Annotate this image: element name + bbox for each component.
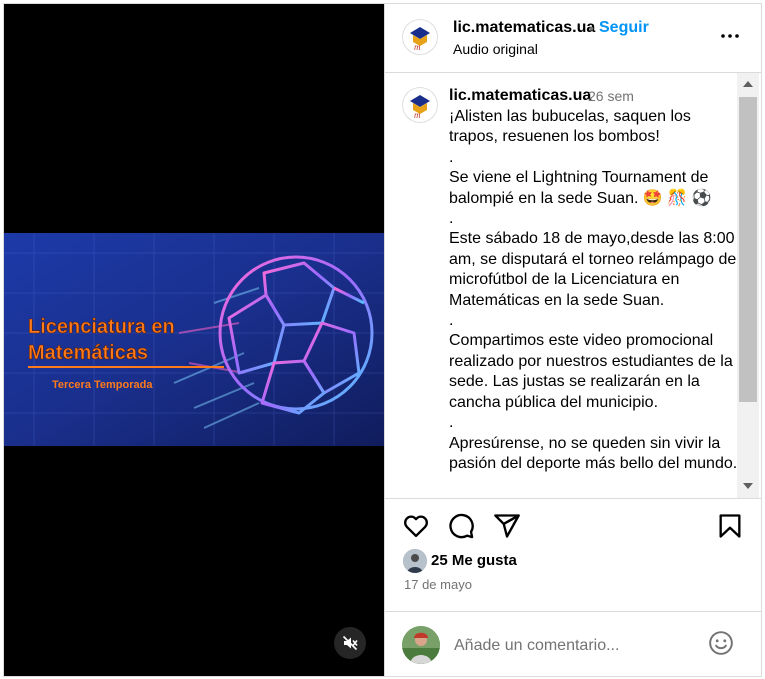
like-button[interactable] <box>402 512 430 540</box>
svg-text:m: m <box>414 110 421 120</box>
more-options-button[interactable] <box>720 26 740 46</box>
scrollbar[interactable] <box>737 73 759 498</box>
video-title-line1: Licenciatura en <box>28 316 175 338</box>
video-thumbnail: Licenciatura en Matemáticas Tercera Temp… <box>4 233 384 446</box>
svg-text:m: m <box>414 42 421 52</box>
header-username[interactable]: lic.matematicas.ua <box>453 19 595 37</box>
share-button[interactable] <box>493 512 521 540</box>
speaker-muted-icon <box>342 635 358 651</box>
audio-label[interactable]: Audio original <box>453 41 538 57</box>
separator-dot: • <box>589 20 594 36</box>
profile-logo-icon: m <box>402 19 438 55</box>
comment-composer: Añade un comentario... <box>385 611 761 677</box>
comment-icon <box>449 513 474 539</box>
caption-text: ¡Alisten las bubucelas, saquen los trapo… <box>449 108 738 472</box>
post-header: m lic.matematicas.ua • Seguir Audio orig… <box>385 4 761 73</box>
post-details-panel: m lic.matematicas.ua • Seguir Audio orig… <box>384 4 761 676</box>
video-title-line2: Matemáticas <box>28 342 148 364</box>
scrollbar-thumb[interactable] <box>739 97 757 402</box>
profile-logo-icon: m <box>402 87 438 123</box>
person-photo-icon <box>403 549 427 573</box>
mute-button[interactable] <box>334 627 366 659</box>
comment-button[interactable] <box>447 512 475 540</box>
follow-button[interactable]: Seguir <box>599 19 649 37</box>
action-bar <box>385 504 761 548</box>
bookmark-icon <box>719 514 741 538</box>
comments-section[interactable]: m lic.matematicas.ua 26 sem ¡Alisten las… <box>385 73 761 499</box>
user-avatar <box>402 626 440 664</box>
post-date[interactable]: 17 de mayo <box>404 577 472 592</box>
video-player[interactable]: Licenciatura en Matemáticas Tercera Temp… <box>4 4 384 676</box>
avatar[interactable]: m <box>402 19 438 55</box>
caption-username[interactable]: lic.matematicas.ua <box>449 87 591 105</box>
video-subtitle: Tercera Temporada <box>52 379 153 391</box>
caption-timestamp[interactable]: 26 sem <box>588 88 634 104</box>
save-button[interactable] <box>716 512 744 540</box>
caption-avatar[interactable]: m <box>402 87 438 123</box>
liker-avatar[interactable] <box>403 549 427 573</box>
heart-icon <box>404 515 428 538</box>
more-options-icon <box>721 34 739 38</box>
scroll-down-arrow-icon[interactable] <box>743 483 753 489</box>
comment-input[interactable]: Añade un comentario... <box>454 637 619 655</box>
scroll-up-arrow-icon[interactable] <box>743 81 753 87</box>
emoji-icon <box>709 631 733 655</box>
likes-count[interactable]: 25 Me gusta <box>431 552 517 569</box>
share-icon <box>494 514 520 538</box>
emoji-button[interactable] <box>708 630 734 656</box>
person-photo-icon <box>402 626 440 664</box>
